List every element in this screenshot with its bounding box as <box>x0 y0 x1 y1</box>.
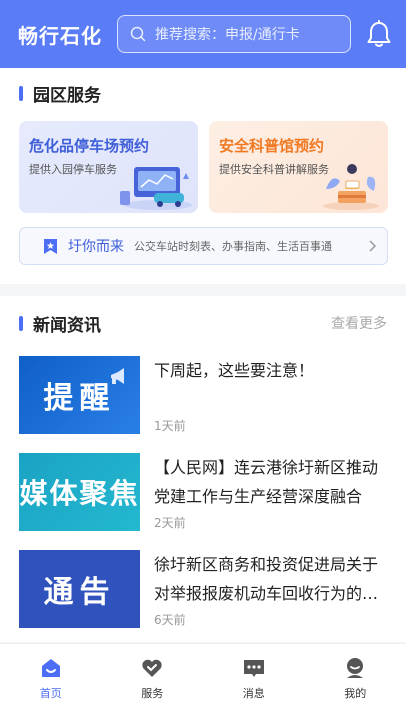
news-item[interactable]: 通告 徐圩新区商务和投资促进局关于对举报报废机动车回收行为的通告 6天前 <box>19 550 389 628</box>
news-thumbnail: 提醒 <box>19 356 140 434</box>
notice-label: 圩你而来 <box>68 239 124 255</box>
news-section: 新闻资讯 查看更多 提醒 下周起，这些要注意！ 1天前 媒体聚焦 【人民网】连云… <box>0 296 406 642</box>
view-more-link[interactable]: 查看更多 <box>331 313 387 333</box>
message-icon <box>243 660 264 677</box>
safety-museum-booking-card[interactable]: 安全科普馆预约 提供安全科普讲解服务 <box>209 121 388 213</box>
tab-label: 服务 <box>141 687 164 700</box>
profile-icon <box>347 658 364 678</box>
search-placeholder: 推荐搜索：申报/通行卡 <box>155 27 300 43</box>
search-bar[interactable]: 推荐搜索：申报/通行卡 <box>117 15 351 53</box>
tab-label: 我的 <box>344 687 367 700</box>
news-title: 下周起，这些要注意！ <box>154 361 315 380</box>
news-title: 徐圩新区商务和投资促进局关于对举报报废机动车回收行为的通告 <box>154 555 379 603</box>
section-marker <box>19 316 23 331</box>
card-subtitle: 提供安全科普讲解服务 <box>219 163 329 176</box>
tab-home[interactable]: 首页 <box>0 644 102 705</box>
news-item[interactable]: 媒体聚焦 【人民网】连云港徐圩新区推动党建工作与生产经营深度融合 2天前 <box>19 453 389 531</box>
section-title-news: 新闻资讯 <box>19 311 101 336</box>
bell-icon <box>367 20 391 47</box>
service-icon <box>142 659 162 677</box>
megaphone-icon <box>111 368 124 384</box>
news-date: 1天前 <box>154 419 186 433</box>
tab-messages[interactable]: 消息 <box>203 644 305 705</box>
bottom-tab-bar: 首页 服务 消息 我的 <box>0 643 406 705</box>
notification-button[interactable] <box>364 19 394 49</box>
notice-text: 公交车站时刻表、办事指南、生活百事通 <box>134 240 332 253</box>
parking-illustration-icon <box>120 167 192 210</box>
news-item[interactable]: 提醒 下周起，这些要注意！ 1天前 <box>19 356 389 434</box>
notice-banner[interactable]: 圩你而来 公交车站时刻表、办事指南、生活百事通 <box>19 227 388 265</box>
tab-profile[interactable]: 我的 <box>305 644 406 705</box>
news-date: 6天前 <box>154 613 186 627</box>
search-icon <box>130 26 146 42</box>
hazmat-parking-booking-card[interactable]: 危化品停车场预约 提供入园停车服务 <box>19 121 198 213</box>
news-thumbnail: 媒体聚焦 <box>19 453 140 531</box>
home-icon <box>41 659 60 677</box>
card-title: 危化品停车场预约 <box>29 137 150 155</box>
section-title-park-services: 园区服务 <box>19 81 101 106</box>
tab-label: 首页 <box>39 687 62 700</box>
app-header: 畅行石化 推荐搜索：申报/通行卡 <box>0 0 406 68</box>
reading-person-illustration-icon <box>323 164 379 210</box>
tab-service[interactable]: 服务 <box>102 644 204 705</box>
park-services-section: 园区服务 危化品停车场预约 提供入园停车服务 安全科普馆预约 提供安全科普讲解服… <box>0 68 406 284</box>
tab-label: 消息 <box>242 687 265 700</box>
news-title: 【人民网】连云港徐圩新区推动党建工作与生产经营深度融合 <box>154 458 379 506</box>
news-thumbnail: 通告 <box>19 550 140 628</box>
chevron-right-icon <box>369 240 377 252</box>
app-title: 畅行石化 <box>18 23 102 48</box>
card-title: 安全科普馆预约 <box>219 137 325 155</box>
news-date: 2天前 <box>154 516 186 530</box>
bookmark-star-icon <box>44 238 57 254</box>
card-subtitle: 提供入园停车服务 <box>29 163 117 176</box>
section-marker <box>19 86 23 101</box>
